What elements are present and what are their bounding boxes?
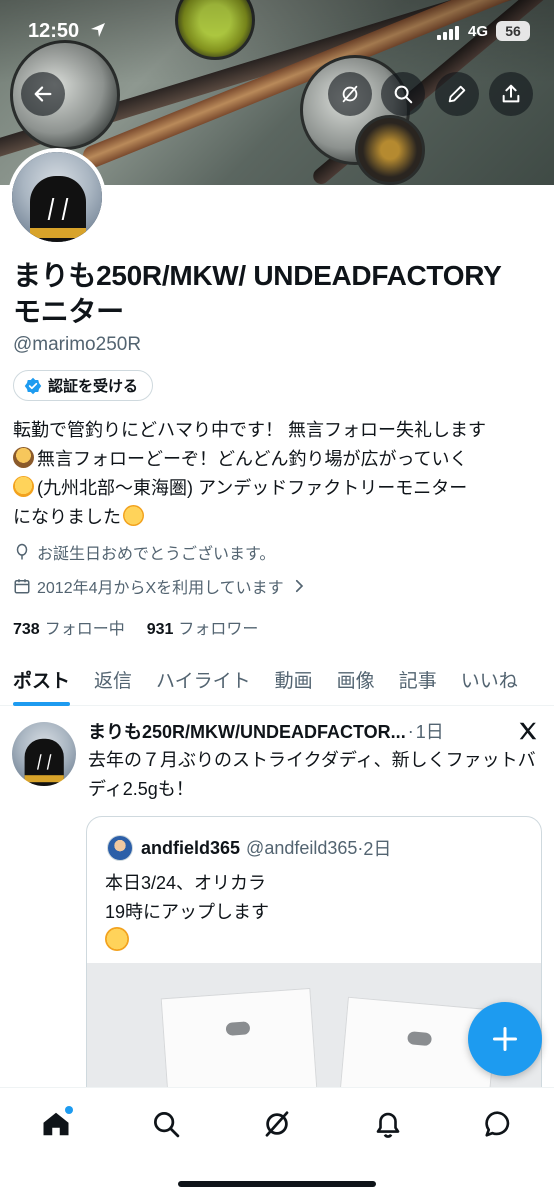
post-header: まりも250R/MKW/UNDEADFACTOR... · 1日 [88,718,538,744]
following-label: フォロー中 [44,621,125,638]
status-bar: 12:50 4G 56 [0,0,554,62]
quote-line: 本日3/24、オリカラ [105,873,267,893]
home-indicator [178,1181,376,1187]
back-arrow-icon [34,86,52,102]
following-link[interactable]: 738 フォロー中 [13,615,125,639]
followers-label: フォロワー [178,621,259,638]
notifications-icon [376,1112,400,1138]
bio-line: になりました [13,507,121,527]
compose-post-button[interactable] [468,1002,542,1076]
tab-posts[interactable]: ポスト [0,652,82,706]
get-verified-label: 認証を受ける [48,378,139,395]
post-author-name[interactable]: まりも250R/MKW/UNDEADFACTOR... [88,718,406,744]
signal-icon [437,25,459,40]
bowing-emoji-icon [13,447,34,468]
share-icon [502,84,520,103]
grok-icon [342,85,358,103]
profile-tabs: ポスト 返信 ハイライト 動画 画像 記事 いいね [0,652,554,706]
chevron-right-icon [295,579,303,593]
edit-icon [448,85,466,103]
back-button[interactable] [21,72,65,116]
messages-icon [485,1111,510,1137]
follow-stats: 738 フォロー中 931 フォロワー [13,615,258,639]
x-logo-icon [519,722,537,740]
quoted-post[interactable]: andfield365 @andfeild365 · 2日 本日3/24、オリカ… [86,816,542,1106]
get-verified-button[interactable]: 認証を受ける [13,370,154,401]
post-timestamp[interactable]: 1日 [416,718,444,744]
profile-handle: @marimo250R [13,334,142,355]
plus-icon [492,1026,518,1052]
tab-highlights[interactable]: ハイライト [144,652,263,706]
avatar-image [12,152,102,242]
quote-avatar [107,835,133,861]
share-button[interactable] [489,72,533,116]
following-count: 738 [13,621,40,638]
birthday-row: お誕生日おめでとうございます。 [13,540,275,564]
quote-timestamp: 2日 [363,839,392,859]
tab-videos[interactable]: 動画 [263,652,325,706]
grok-icon [265,1111,289,1137]
tab-likes[interactable]: いいね [449,652,530,706]
nav-messages[interactable] [478,1104,518,1144]
edit-button[interactable] [435,72,479,116]
battery-icon: 56 [496,21,530,41]
bio-line: 転勤で管釣りにどハマり中です！ 無言フォロー失礼します [13,420,486,440]
nav-notifications[interactable] [368,1104,408,1144]
unread-dot [65,1106,73,1114]
followers-link[interactable]: 931 フォロワー [147,615,259,639]
bio-line: 無言フォローどーぞ！どんどん釣り場が広がっていく [37,449,468,469]
post-author-avatar[interactable] [12,722,76,786]
verified-badge-icon [24,377,42,394]
search-button[interactable] [381,72,425,116]
location-arrow-icon [91,23,105,37]
tab-images[interactable]: 画像 [325,652,387,706]
joined-text: 2012年4月からXを利用しています [37,580,284,597]
nav-grok[interactable] [257,1104,297,1144]
calendar-icon [14,579,30,594]
network-type: 4G [468,23,489,40]
smile-emoji-icon [123,505,144,526]
quote-line: 19時にアップします [105,902,270,922]
smile-emoji-icon [105,927,129,951]
quote-header: andfield365 @andfeild365 · 2日 [107,835,391,861]
grok-button[interactable] [328,72,372,116]
quote-author-name: andfield365 [141,837,241,858]
status-time: 12:50 [28,20,80,42]
post-text: 去年の７月ぶりのストライクダディ、新しくファットバディ2.5gも！ [88,750,536,799]
quote-author-handle: @andfeild365 [246,837,358,858]
bio-line: (九州北部〜東海圏) アンデッドファクトリーモニター [37,478,468,498]
quote-text: 本日3/24、オリカラ 19時にアップします [105,869,525,957]
post-separator: · [407,720,414,741]
nav-search[interactable] [146,1104,186,1144]
nav-home[interactable] [36,1104,76,1144]
followers-count: 931 [146,621,174,638]
avatar-image [12,722,76,786]
birthday-text: お誕生日おめでとうございます。 [37,546,276,563]
balloon-icon [16,543,28,560]
search-icon [154,1112,180,1138]
tab-articles[interactable]: 記事 [387,652,449,706]
hug-emoji-icon [13,476,34,497]
profile-name: まりも250R/MKW/ UNDEADFACTORY モニター [13,260,501,327]
search-icon [394,85,413,104]
profile-avatar[interactable] [8,148,106,246]
joined-row[interactable]: 2012年4月からXを利用しています [13,574,308,598]
profile-bio: 転勤で管釣りにどハマり中です！ 無言フォロー失礼します 無言フォローどーぞ！どん… [13,416,543,532]
tab-replies[interactable]: 返信 [82,652,144,706]
